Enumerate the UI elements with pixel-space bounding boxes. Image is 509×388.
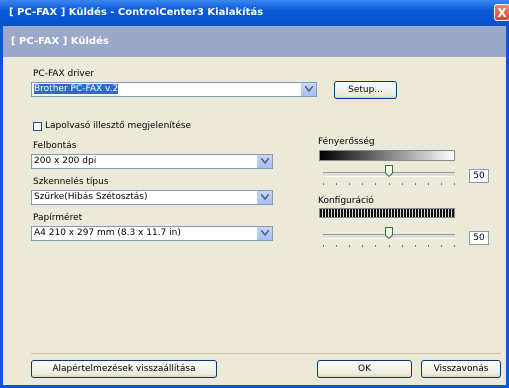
dialog-body: [ PC-FAX ] Küldés PC-FAX driver Brother …: [3, 26, 506, 385]
paper-size-value: A4 210 x 297 mm (8.3 x 11.7 in): [34, 228, 181, 238]
ok-button[interactable]: OK: [317, 360, 412, 378]
scan-type-label: Szkennelés típus: [33, 177, 109, 187]
section-title: [ PC-FAX ] Küldés: [11, 36, 109, 47]
close-button[interactable]: X: [494, 4, 509, 21]
brightness-value[interactable]: 50: [469, 169, 489, 183]
title-bar[interactable]: [ PC-FAX ] Küldés - ControlCenter3 Kiala…: [0, 0, 509, 26]
driver-select[interactable]: Brother PC-FAX v.2: [31, 82, 317, 97]
paper-size-select[interactable]: A4 210 x 297 mm (8.3 x 11.7 in): [31, 226, 273, 241]
chevron-down-icon[interactable]: [257, 227, 272, 240]
dialog-window: [ PC-FAX ] Küldés - ControlCenter3 Kiala…: [0, 0, 509, 388]
contrast-label: Konfiguráció: [318, 196, 374, 206]
resolution-select[interactable]: 200 x 200 dpi: [31, 154, 273, 169]
contrast-pattern: [319, 208, 455, 218]
scan-type-select[interactable]: Szürke(Hibás Szétosztás): [31, 190, 273, 205]
divider: [31, 353, 501, 354]
contrast-value[interactable]: 50: [469, 231, 489, 245]
resolution-value: 200 x 200 dpi: [34, 156, 97, 166]
resolution-label: Felbontás: [33, 141, 77, 151]
chevron-down-icon[interactable]: [257, 155, 272, 168]
driver-label: PC-FAX driver: [33, 69, 94, 79]
scanner-ui-checkbox[interactable]: [33, 122, 42, 131]
contrast-slider-thumb[interactable]: [385, 227, 393, 239]
brightness-gradient: [319, 150, 455, 161]
chevron-down-icon[interactable]: [301, 83, 316, 96]
paper-size-label: Papírméret: [33, 213, 83, 223]
window-title: [ PC-FAX ] Küldés - ControlCenter3 Kiala…: [9, 7, 264, 18]
reset-defaults-button[interactable]: Alapértelmezések visszaállítása: [31, 360, 217, 378]
driver-value: Brother PC-FAX v.2: [34, 84, 119, 94]
scan-type-value: Szürke(Hibás Szétosztás): [34, 192, 148, 202]
scanner-ui-label: Lapolvasó illesztő megjelenítése: [45, 121, 192, 131]
cancel-button[interactable]: Visszavonás: [421, 360, 501, 378]
section-header: [ PC-FAX ] Küldés: [3, 26, 506, 57]
brightness-label: Fényerősség: [318, 137, 375, 147]
chevron-down-icon[interactable]: [257, 191, 272, 204]
setup-button[interactable]: Setup...: [334, 81, 397, 99]
brightness-slider-thumb[interactable]: [385, 165, 393, 177]
